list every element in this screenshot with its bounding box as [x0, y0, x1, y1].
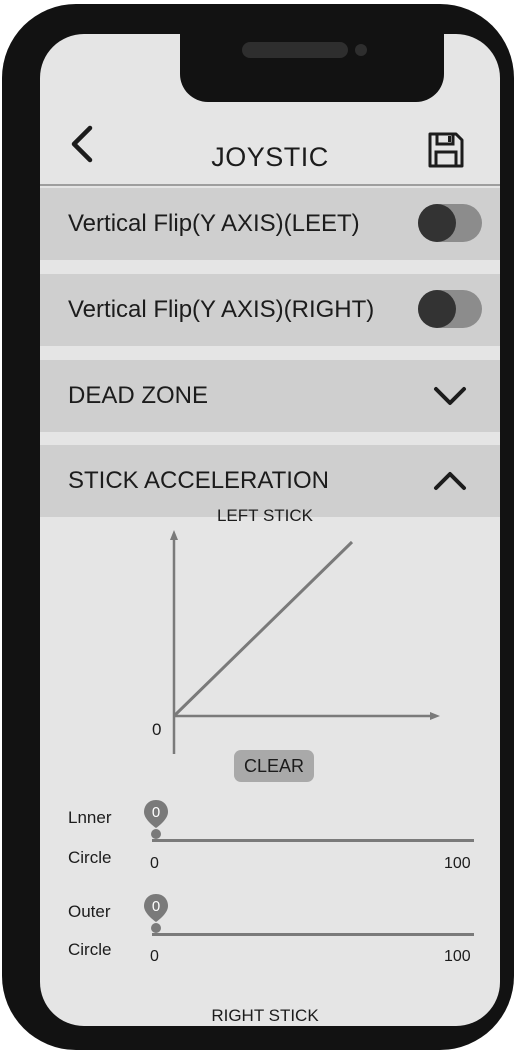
vertical-flip-right-row: Vertical Flip(Y AXIS)(RIGHT) — [40, 274, 500, 346]
outer-circle-slider-track[interactable] — [152, 933, 474, 936]
outer-circle-slider-thumb[interactable]: 0 — [143, 893, 169, 933]
left-stick-title: LEFT STICK — [216, 506, 314, 525]
header-divider — [40, 184, 500, 186]
speaker-grille — [242, 42, 348, 58]
inner-circle-slider-thumb[interactable]: 0 — [143, 799, 169, 839]
vertical-flip-left-label: Vertical Flip(Y AXIS)(LEET) — [68, 210, 360, 237]
front-camera — [355, 44, 367, 56]
floppy-disk-icon[interactable] — [426, 130, 466, 170]
y-axis-arrow — [170, 530, 178, 540]
app-screen: JOYSTIC Vertical Flip(Y AXIS)(LEET) Vert… — [40, 34, 500, 1026]
dead-zone-label: DEAD ZONE — [68, 382, 209, 409]
outer-circle-max: 100 — [444, 948, 471, 965]
dead-zone-section[interactable]: DEAD ZONE — [40, 360, 500, 432]
vertical-flip-left-row: Vertical Flip(Y AXIS)(LEET) — [40, 188, 500, 260]
inner-circle-label-line2: Circle — [68, 848, 112, 867]
right-stick-title: RIGHT STICK — [211, 1006, 319, 1025]
outer-circle-label-line1: Outer — [68, 902, 111, 921]
phone-frame: JOYSTIC Vertical Flip(Y AXIS)(LEET) Vert… — [2, 4, 514, 1050]
inner-circle-value: 0 — [151, 804, 161, 821]
chart-origin-label: 0 — [152, 720, 162, 739]
vertical-flip-right-toggle[interactable] — [418, 290, 482, 328]
acceleration-curve — [172, 540, 354, 718]
toggle-knob — [418, 290, 456, 328]
inner-circle-max: 100 — [444, 855, 471, 872]
vertical-flip-right-label: Vertical Flip(Y AXIS)(RIGHT) — [68, 296, 375, 323]
vertical-flip-left-toggle[interactable] — [418, 204, 482, 242]
stick-acceleration-label: STICK ACCELERATION — [68, 467, 329, 494]
inner-circle-min: 0 — [150, 855, 159, 872]
outer-circle-label-line2: Circle — [68, 940, 112, 959]
outer-circle-min: 0 — [150, 948, 159, 965]
chevron-up-icon[interactable] — [432, 469, 468, 493]
outer-circle-value: 0 — [151, 898, 161, 915]
x-axis-arrow — [430, 712, 440, 720]
chevron-down-icon[interactable] — [432, 384, 468, 408]
header-bar: JOYSTIC — [40, 102, 500, 186]
toggle-knob — [418, 204, 456, 242]
inner-circle-label-line1: Lnner — [68, 808, 112, 827]
inner-circle-slider-track[interactable] — [152, 839, 474, 842]
clear-button[interactable]: CLEAR — [234, 750, 314, 782]
